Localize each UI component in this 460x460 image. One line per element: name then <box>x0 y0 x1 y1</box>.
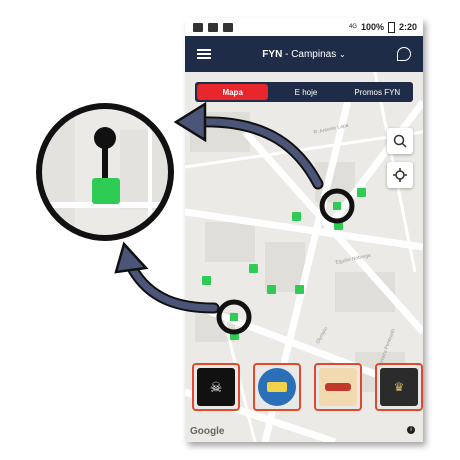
highlighted-pin <box>230 313 238 321</box>
magnified-green-marker <box>92 178 120 204</box>
arrow-bottom <box>128 264 218 312</box>
arrowhead-bottom <box>114 241 149 274</box>
arrow-top <box>196 118 322 188</box>
map-pin-head <box>94 127 116 149</box>
arrowhead-top <box>173 101 207 143</box>
annotation-overlay <box>36 101 355 335</box>
highlighted-pin <box>333 202 341 210</box>
